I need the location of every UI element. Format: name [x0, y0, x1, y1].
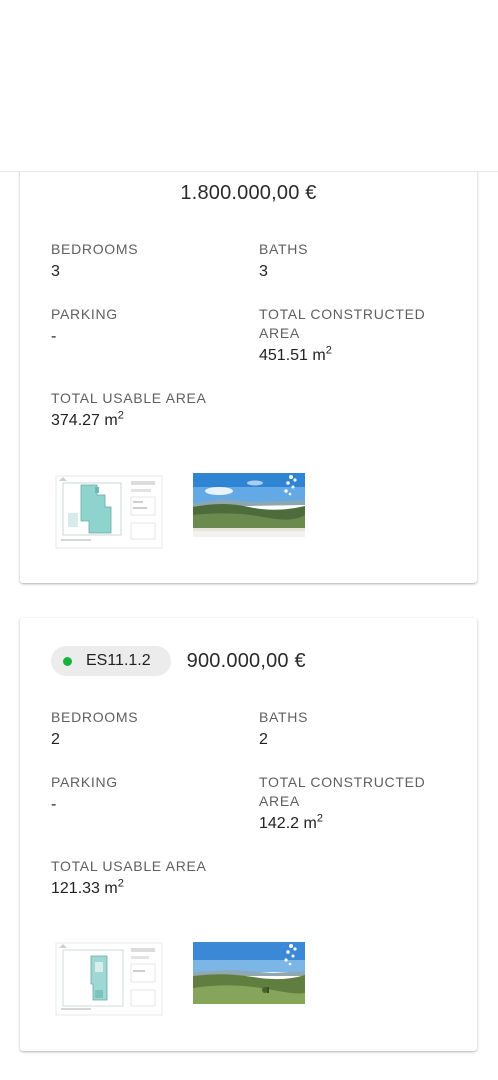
unit-reference-chip[interactable]: ES11.1.2: [51, 646, 171, 676]
app-header: [0, 0, 498, 172]
price-row: 1.800.000,00 €: [20, 180, 477, 206]
usable-area-field: TOTAL USABLE AREA 374.27 m2: [51, 389, 241, 431]
parking-value: -: [51, 796, 57, 813]
constructed-area-value: 142.2 m2: [259, 812, 323, 832]
usable-area-label: TOTAL USABLE AREA: [51, 390, 207, 406]
usable-area-field: TOTAL USABLE AREA 121.33 m2: [51, 857, 241, 899]
baths-value: 3: [259, 263, 268, 280]
parking-label: PARKING: [51, 774, 118, 790]
constructed-area-field: TOTAL CONSTRUCTED AREA 451.51 m2: [259, 305, 459, 366]
view-photo-thumbnail[interactable]: [193, 473, 305, 551]
view-photo-image: [193, 473, 305, 551]
bedrooms-label: BEDROOMS: [51, 709, 139, 725]
view-photo-image: [193, 940, 305, 1018]
constructed-area-label: TOTAL CONSTRUCTED AREA: [259, 774, 426, 809]
baths-label: BATHS: [259, 241, 309, 257]
constructed-area-label: TOTAL CONSTRUCTED AREA: [259, 306, 426, 341]
parking-label: PARKING: [51, 306, 118, 322]
view-photo-thumbnail[interactable]: [193, 940, 305, 1018]
parking-field: PARKING -: [51, 305, 241, 347]
bedrooms-label: BEDROOMS: [51, 241, 139, 257]
unit-reference-label: ES11.1.2: [86, 652, 151, 669]
bedrooms-value: 3: [51, 263, 60, 280]
usable-area-label: TOTAL USABLE AREA: [51, 858, 207, 874]
constructed-area-field: TOTAL CONSTRUCTED AREA 142.2 m2: [259, 773, 459, 834]
constructed-area-value: 451.51 m2: [259, 344, 332, 364]
baths-value: 2: [259, 731, 268, 748]
parking-field: PARKING -: [51, 773, 241, 815]
parking-value: -: [51, 328, 57, 345]
status-dot-icon: [63, 656, 72, 666]
listing-card[interactable]: ES11.1.2 900.000,00 € BEDROOMS 2 BATHS 2…: [20, 618, 477, 1051]
floorplan-image: [53, 940, 165, 1018]
bedrooms-value: 2: [51, 731, 60, 748]
baths-field: BATHS 3: [259, 240, 459, 282]
listing-price: 1.800.000,00 €: [180, 181, 317, 204]
floorplan-thumbnail[interactable]: [53, 473, 165, 551]
listing-price: 900.000,00 €: [186, 649, 306, 672]
listing-card[interactable]: 1.800.000,00 € BEDROOMS 3 BATHS 3 PARKIN…: [20, 150, 477, 583]
baths-field: BATHS 2: [259, 708, 459, 750]
bedrooms-field: BEDROOMS 2: [51, 708, 241, 750]
floorplan-thumbnail[interactable]: [53, 940, 165, 1018]
usable-area-value: 121.33 m2: [51, 877, 124, 897]
price-row: ES11.1.2 900.000,00 €: [20, 646, 477, 676]
usable-area-value: 374.27 m2: [51, 409, 124, 429]
floorplan-image: [53, 473, 165, 551]
bedrooms-field: BEDROOMS 3: [51, 240, 241, 282]
baths-label: BATHS: [259, 709, 309, 725]
